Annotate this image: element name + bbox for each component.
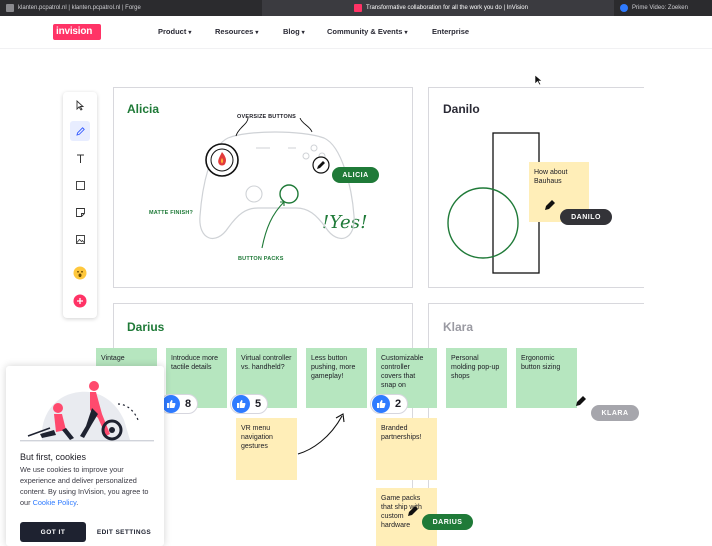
annotation-matte-finish: MATTE FINISH? (149, 210, 194, 216)
annotation-button-packs: BUTTON PACKS (238, 256, 284, 262)
browser-tab-prime[interactable]: Prime Video: Zoeken (614, 0, 712, 16)
cookie-period: . (76, 498, 79, 507)
cookie-message: We use cookies to improve your experienc… (20, 464, 158, 508)
select-tool[interactable] (70, 95, 90, 115)
add-tool[interactable] (70, 291, 90, 311)
chevron-down-icon: ▾ (188, 30, 192, 36)
sticky-note[interactable]: VR menu navigation gestures (236, 418, 297, 480)
nav-item-label: Blog (283, 27, 300, 36)
nav-item-blog[interactable]: Blog ▾ (283, 27, 305, 36)
pen-cursor-icon (576, 396, 586, 406)
whiteboard-toolbar (63, 92, 97, 318)
nav-item-product[interactable]: Product ▾ (158, 27, 191, 36)
tab-label: klanten.pcpatrol.nl | klanten.pcpatrol.n… (18, 5, 141, 11)
nav-item-label: Community & Events (327, 27, 403, 36)
sticky-note[interactable]: Less button pushing, more gameplay! (306, 348, 367, 408)
sticky-note[interactable]: Personal molding pop-up shops (446, 348, 507, 408)
pen-cursor-icon (312, 156, 330, 174)
sticky-note[interactable]: Branded partnerships! (376, 418, 437, 480)
browser-tab-strip: klanten.pcpatrol.nl | klanten.pcpatrol.n… (0, 0, 712, 16)
panel-title: Danilo (443, 102, 480, 116)
pen-icon (75, 126, 85, 136)
invision-homepage: klanten.pcpatrol.nl | klanten.pcpatrol.n… (0, 0, 712, 546)
chevron-down-icon: ▾ (255, 30, 259, 36)
connector-arrow-icon (297, 413, 345, 455)
text-icon (76, 154, 84, 163)
controller-sketch-icon (199, 118, 355, 249)
pen-cursor-icon (545, 200, 555, 210)
pen-cursor-icon (408, 506, 418, 516)
text-tool[interactable] (70, 148, 90, 168)
select-icon (76, 99, 84, 111)
emoji-icon (73, 266, 87, 280)
sticky-note-tool[interactable] (70, 202, 90, 222)
collaborator-label-danilo: DANILO (560, 209, 612, 225)
forge-favicon-icon (6, 4, 14, 12)
mouse-cursor-icon (534, 74, 543, 86)
sticky-note-icon (75, 207, 85, 217)
image-tool[interactable] (70, 229, 90, 249)
whiteboard-panel-danilo: Danilo How about Bauhaus DANILO (428, 87, 644, 288)
image-icon (75, 234, 85, 244)
nav-item-community[interactable]: Community & Events ▾ (327, 27, 407, 36)
vote-badge[interactable]: 2 (370, 394, 409, 414)
chevron-down-icon: ▾ (404, 30, 408, 36)
vote-count: 8 (185, 398, 192, 410)
tab-label: Transformative collaboration for all the… (366, 5, 528, 11)
panel-title: Darius (127, 320, 165, 334)
vote-count: 2 (395, 398, 402, 410)
edit-settings-button[interactable]: EDIT SETTINGS (94, 522, 154, 542)
prime-favicon-icon (620, 4, 628, 12)
pen-tool[interactable] (70, 121, 90, 141)
vote-count: 5 (255, 398, 262, 410)
invision-favicon-icon (354, 4, 362, 12)
whiteboard-panel-alicia: Alicia OVERSIZE BUTTONS MATTE FINISH? BU… (113, 87, 413, 288)
vote-badge[interactable]: 5 (230, 394, 269, 414)
chevron-down-icon: ▾ (301, 30, 305, 36)
browser-tab-invision[interactable]: Transformative collaboration for all the… (262, 0, 614, 16)
cookie-title: But first, cookies (20, 452, 87, 462)
collaborator-label-alicia: ALICIA (332, 167, 379, 183)
rectangle-tool[interactable] (70, 175, 90, 195)
tab-label: Prime Video: Zoeken (632, 5, 688, 11)
cookie-illustration-icon (20, 381, 154, 442)
thumbs-up-icon (232, 395, 250, 413)
cookie-consent-banner: But first, cookies We use cookies to imp… (6, 366, 164, 546)
thumbs-up-icon (162, 395, 180, 413)
nav-item-resources[interactable]: Resources ▾ (215, 27, 258, 36)
invision-logo[interactable]: invision (53, 24, 101, 40)
sticky-note[interactable]: Ergonomic button sizing (516, 348, 577, 408)
whiteboard-panel-klara: Klara (428, 303, 644, 546)
emoji-tool[interactable] (70, 263, 90, 283)
nav-item-label: Enterprise (432, 27, 470, 36)
thumbs-up-icon (372, 395, 390, 413)
nav-item-label: Resources (215, 27, 254, 36)
panel-title: Alicia (127, 102, 160, 116)
panel-title: Klara (443, 320, 474, 334)
site-header: invision Product ▾ Resources ▾ Blog ▾ Commu… (0, 16, 712, 49)
rectangle-icon (75, 180, 85, 190)
got-it-button[interactable]: GOT IT (20, 522, 86, 542)
collaborator-label-klara: KLARA (591, 405, 639, 421)
cookie-policy-link[interactable]: Cookie Policy (33, 498, 77, 507)
nav-item-label: Product (158, 27, 187, 36)
vote-badge[interactable]: 8 (160, 394, 199, 414)
add-icon (73, 294, 87, 308)
browser-tab-forge[interactable]: klanten.pcpatrol.nl | klanten.pcpatrol.n… (0, 0, 262, 16)
collaborator-label-darius: DARIUS (422, 514, 473, 530)
nav-item-enterprise[interactable]: Enterprise (432, 27, 469, 36)
